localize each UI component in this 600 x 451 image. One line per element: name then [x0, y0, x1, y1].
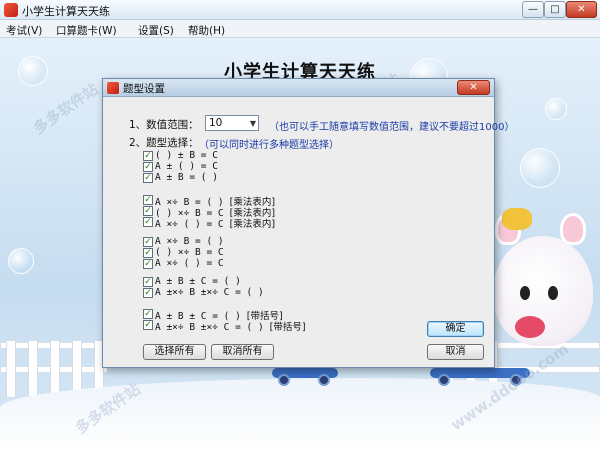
bubble-decoration [18, 56, 48, 86]
type-hint: （可以同时进行多种题型选择） [199, 140, 339, 151]
checkbox[interactable]: ✓ [143, 173, 153, 183]
checkbox[interactable]: ✓ [143, 248, 153, 258]
formula-text: A ×÷ ( ) = C [155, 258, 224, 269]
menu-settings[interactable]: 设置(S) [138, 23, 174, 38]
question-type-label: A ×÷ B = ( ) [155, 236, 224, 247]
checkbox[interactable]: ✓ [143, 277, 153, 287]
checkbox[interactable]: ✓ [143, 309, 153, 319]
menu-exam[interactable]: 考试(V) [6, 23, 42, 38]
chevron-down-icon: ▼ [249, 119, 256, 128]
app-icon [4, 3, 18, 17]
checkbox[interactable]: ✓ [143, 259, 153, 269]
range-label: 1、数值范围： [129, 119, 199, 131]
checkbox[interactable]: ✓ [143, 320, 153, 330]
wheel-decoration [318, 374, 330, 386]
dialog-close-button[interactable]: ✕ [457, 80, 490, 95]
formula-text: ( ) ×÷ B = C [155, 247, 224, 258]
question-type-label: A ± B = ( ) [155, 172, 218, 183]
bubble-decoration [8, 248, 34, 274]
range-value: 10 [209, 117, 223, 129]
formula-note: [带括号] [269, 322, 306, 333]
pig-eye [548, 286, 558, 300]
checkbox[interactable]: ✓ [143, 206, 153, 216]
question-type-label: ( ) ×÷ B = C [155, 247, 224, 258]
question-type-label: A ×÷ ( ) = C [乘法表内] [155, 216, 275, 230]
checkbox[interactable]: ✓ [143, 217, 153, 227]
wheel-decoration [278, 374, 290, 386]
select-all-button[interactable]: 选择所有 [143, 344, 206, 360]
dialog-title: 题型设置 [123, 83, 165, 95]
formula-text: A ± B ± C = ( ) [155, 276, 241, 287]
formula-text: A ×÷ B = ( ) [155, 236, 224, 247]
formula-text: A ± ( ) = C [155, 161, 218, 172]
question-type-dialog: 题型设置 ✕ 1、数值范围： 10 ▼ （也可以手工随意填写数值范围，建议不要超… [102, 78, 514, 368]
checkbox[interactable]: ✓ [143, 195, 153, 205]
cancel-button[interactable]: 取消 [427, 344, 484, 360]
formula-note: [乘法表内] [229, 219, 276, 230]
menu-oral-cards[interactable]: 口算题卡(W) [56, 23, 117, 38]
question-type-label: ( ) ± B = C [155, 150, 218, 161]
checkbox[interactable]: ✓ [143, 237, 153, 247]
question-type-label: A ± B ± C = ( ) [155, 276, 241, 287]
pig-bow [502, 208, 532, 230]
window-title: 小学生计算天天练 [22, 5, 110, 18]
maximize-button[interactable]: □ [544, 1, 566, 18]
question-type-label: A ×÷ ( ) = C [155, 258, 224, 269]
pig-nose [515, 316, 545, 338]
bubble-decoration [520, 148, 560, 188]
wheel-decoration [438, 374, 450, 386]
formula-text: A ×÷ ( ) = C [155, 219, 224, 230]
type-label: 2、题型选择： [129, 137, 199, 149]
question-type-label: A ± ( ) = C [155, 161, 218, 172]
pig-eye [520, 286, 530, 300]
formula-text: A ± B = ( ) [155, 172, 218, 183]
ok-button[interactable]: 确定 [427, 321, 484, 337]
dialog-app-icon [107, 82, 119, 94]
close-button[interactable]: ✕ [566, 1, 597, 18]
formula-text: ( ) ± B = C [155, 150, 218, 161]
formula-text: A ±×÷ B ±×÷ C = ( ) [155, 287, 264, 298]
checkbox[interactable]: ✓ [143, 151, 153, 161]
deselect-all-button[interactable]: 取消所有 [211, 344, 274, 360]
question-type-label: A ±×÷ B ±×÷ C = ( ) [155, 287, 264, 298]
range-select[interactable]: 10 ▼ [205, 115, 259, 131]
minimize-button[interactable]: — [522, 1, 544, 18]
bubble-decoration [545, 98, 567, 120]
dialog-titlebar: 题型设置 ✕ [103, 79, 494, 97]
menu-help[interactable]: 帮助(H) [188, 23, 225, 38]
formula-text: A ±×÷ B ±×÷ C = ( ) [155, 322, 264, 333]
watermark: 多多软件站 [29, 80, 102, 138]
window-titlebar: 小学生计算天天练 — □ ✕ [0, 0, 600, 20]
question-type-label: A ±×÷ B ±×÷ C = ( ) [带括号] [155, 319, 306, 333]
checkbox[interactable]: ✓ [143, 288, 153, 298]
checkbox[interactable]: ✓ [143, 162, 153, 172]
menubar: 考试(V) 口算题卡(W) 设置(S) 帮助(H) [0, 20, 600, 38]
range-hint: （也可以手工随意填写数值范围，建议不要超过1000） [269, 122, 515, 133]
